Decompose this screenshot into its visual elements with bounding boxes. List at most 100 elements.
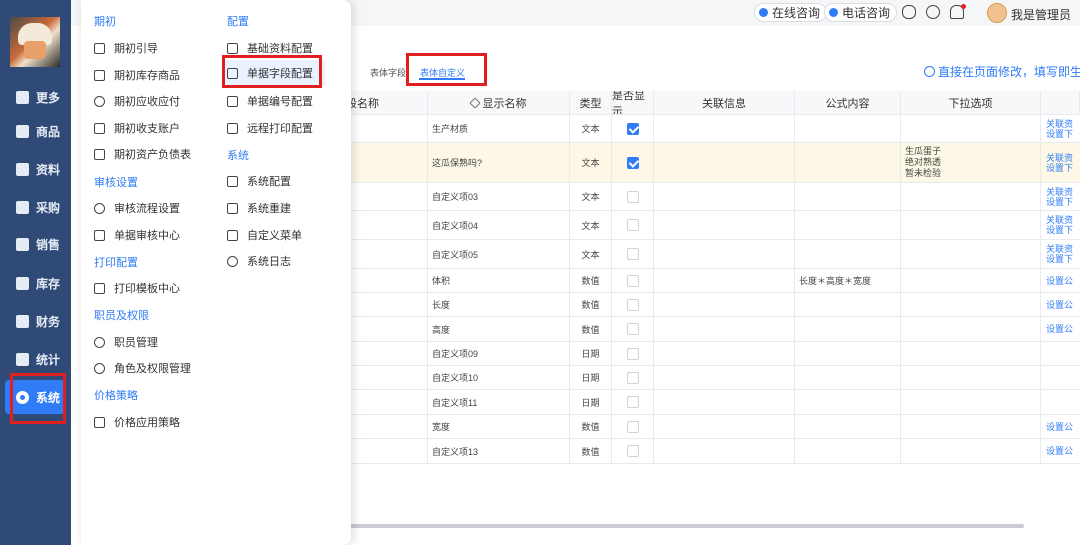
menu-item-role-mgmt[interactable]: 角色及权限管理	[94, 360, 191, 376]
visible-checkbox[interactable]	[626, 190, 639, 203]
menu-item-sys-rebuild[interactable]: 系统重建	[227, 200, 291, 216]
menu-item-sys-config[interactable]: 系统配置	[227, 173, 291, 189]
table-row[interactable]: 体积 数值 长度＊高度＊宽度 设置公	[346, 269, 1080, 293]
group-system: 系统	[227, 150, 249, 162]
highlight-box-field-config	[222, 55, 322, 88]
table-row[interactable]: 长度 数值 设置公	[346, 293, 1080, 317]
visible-checkbox[interactable]	[626, 396, 639, 408]
row-action-link[interactable]: 设置公	[1046, 276, 1073, 286]
horizontal-scrollbar[interactable]	[346, 524, 1024, 528]
menu-item-initial-assets[interactable]: 期初资产负债表	[94, 146, 191, 162]
phone-consult-button[interactable]: 电话咨询	[824, 3, 898, 22]
visible-checkbox[interactable]	[626, 445, 639, 457]
table-row[interactable]: 自定义项09 日期	[346, 342, 1080, 366]
menu-item-staff-mgmt[interactable]: 职员管理	[94, 334, 158, 350]
cloud-icon[interactable]	[902, 5, 916, 19]
table-row[interactable]: 自定义项13 数值 设置公	[346, 439, 1080, 464]
display-name-value[interactable]: 长度	[432, 298, 450, 311]
sidebar-item-0[interactable]: 更多	[0, 80, 71, 114]
sidebar-item-2[interactable]: 资料	[0, 152, 71, 186]
table-row[interactable]: 这瓜保熟吗? 文本 生瓜蛋子 绝对熟透 暂未检验 关联资 设置下	[346, 143, 1080, 183]
visible-checkbox[interactable]	[626, 323, 639, 335]
menu-item-custom-menu[interactable]: 自定义菜单	[227, 227, 302, 243]
user-avatar[interactable]	[987, 3, 1007, 23]
visible-checkbox[interactable]	[626, 371, 639, 384]
table-row[interactable]: 自定义项03 文本 关联资 设置下	[346, 183, 1080, 211]
menu-item-review-center[interactable]: 单据审核中心	[94, 227, 180, 243]
group-initial: 期初	[94, 16, 116, 28]
type-value: 文本	[581, 124, 600, 134]
column-header-opt: 下拉选项	[948, 97, 993, 110]
menu-item-numbering-config[interactable]: 单据编号配置	[227, 93, 313, 109]
row-action-link[interactable]: 设置公	[1046, 446, 1073, 456]
table-row[interactable]: 自定义项10 日期	[346, 366, 1080, 390]
menu-item-initial-guide[interactable]: 期初引导	[94, 40, 158, 56]
row-action-link[interactable]: 设置下	[1046, 254, 1073, 264]
menu-item-initial-account[interactable]: 期初收支账户	[94, 120, 180, 136]
display-name-value[interactable]: 自定义项10	[432, 371, 478, 384]
online-consult-label: 在线咨询	[772, 6, 821, 20]
row-action-link[interactable]: 设置下	[1046, 225, 1073, 235]
table-row[interactable]: 自定义项05 文本 关联资 设置下	[346, 240, 1080, 269]
search-icon[interactable]	[926, 5, 940, 19]
sidebar-item-1[interactable]: 商品	[0, 114, 71, 148]
menu-item-initial-receivable[interactable]: 期初应收应付	[94, 93, 180, 109]
row-action-link[interactable]: 关联资	[1046, 244, 1073, 254]
row-action-link[interactable]: 设置公	[1046, 324, 1073, 334]
row-action-link[interactable]: 设置公	[1046, 300, 1073, 310]
visible-checkbox[interactable]	[626, 347, 639, 360]
table-row[interactable]: 宽度 数值 设置公	[346, 415, 1080, 439]
visible-checkbox[interactable]	[626, 274, 639, 287]
visible-checkbox[interactable]	[626, 420, 639, 433]
display-name-value[interactable]: 这瓜保熟吗?	[432, 156, 482, 169]
display-name-value[interactable]: 自定义项09	[432, 347, 478, 360]
sidebar-item-6[interactable]: 财务	[0, 304, 71, 338]
display-name-value[interactable]: 自定义项11	[432, 396, 477, 409]
visible-checkbox[interactable]	[626, 248, 639, 260]
display-name-value[interactable]: 自定义项04	[432, 219, 478, 232]
display-name-value[interactable]: 自定义项13	[432, 445, 478, 458]
plus-square-icon	[16, 90, 29, 104]
sales-chart-icon	[16, 237, 29, 251]
display-name-value[interactable]: 宽度	[432, 420, 450, 433]
display-name-value[interactable]: 高度	[432, 323, 450, 336]
menu-item-review-flow[interactable]: 审核流程设置	[94, 200, 180, 216]
display-name-value[interactable]: 体积	[432, 274, 450, 287]
table-row[interactable]: 自定义项04 文本 关联资 设置下	[346, 211, 1080, 240]
sidebar-item-5[interactable]: 库存	[0, 266, 71, 300]
visible-checkbox[interactable]	[626, 298, 639, 311]
option-item: 生瓜蛋子	[905, 146, 942, 156]
online-consult-button[interactable]: 在线咨询	[754, 3, 828, 22]
display-name-value[interactable]: 自定义项03	[432, 190, 478, 203]
sidebar-item-3[interactable]: 采购	[0, 190, 71, 224]
tab-body-fields[interactable]: 表体字段	[370, 66, 406, 79]
display-name-value[interactable]: 自定义项05	[432, 248, 478, 261]
row-action-link[interactable]: 设置下	[1046, 197, 1073, 207]
menu-item-price-policy[interactable]: 价格应用策略	[94, 414, 180, 430]
visible-checkbox[interactable]	[626, 219, 639, 231]
table-row[interactable]: 生产材质 文本 关联资 设置下	[346, 115, 1080, 143]
menu-item-remote-print[interactable]: 远程打印配置	[227, 120, 313, 136]
sidebar-item-7[interactable]: 统计	[0, 342, 71, 376]
group-review: 审核设置	[94, 177, 138, 189]
menu-item-sys-log[interactable]: 系统日志	[227, 253, 291, 269]
row-action-link[interactable]: 关联资	[1046, 187, 1073, 197]
edit-icon	[468, 96, 481, 109]
row-action-link[interactable]: 关联资	[1046, 215, 1073, 225]
sidebar-item-label: 销售	[36, 237, 61, 252]
display-name-value[interactable]: 生产材质	[432, 122, 468, 135]
visible-checkbox[interactable]	[626, 156, 639, 169]
column-header-rel: 关联信息	[702, 97, 746, 110]
row-action-link[interactable]: 设置下	[1046, 163, 1073, 173]
table-row[interactable]: 自定义项11 日期	[346, 390, 1080, 415]
row-action-link[interactable]: 关联资	[1046, 119, 1073, 129]
row-action-link[interactable]: 设置公	[1046, 422, 1073, 432]
menu-item-basic-config[interactable]: 基础资料配置	[227, 40, 313, 56]
menu-item-initial-stock[interactable]: 期初库存商品	[94, 67, 180, 83]
table-row[interactable]: 高度 数值 设置公	[346, 317, 1080, 342]
menu-item-print-templates[interactable]: 打印模板中心	[94, 280, 180, 296]
row-action-link[interactable]: 关联资	[1046, 153, 1073, 163]
sidebar-item-4[interactable]: 销售	[0, 227, 71, 261]
visible-checkbox[interactable]	[626, 122, 639, 135]
row-action-link[interactable]: 设置下	[1046, 129, 1073, 139]
